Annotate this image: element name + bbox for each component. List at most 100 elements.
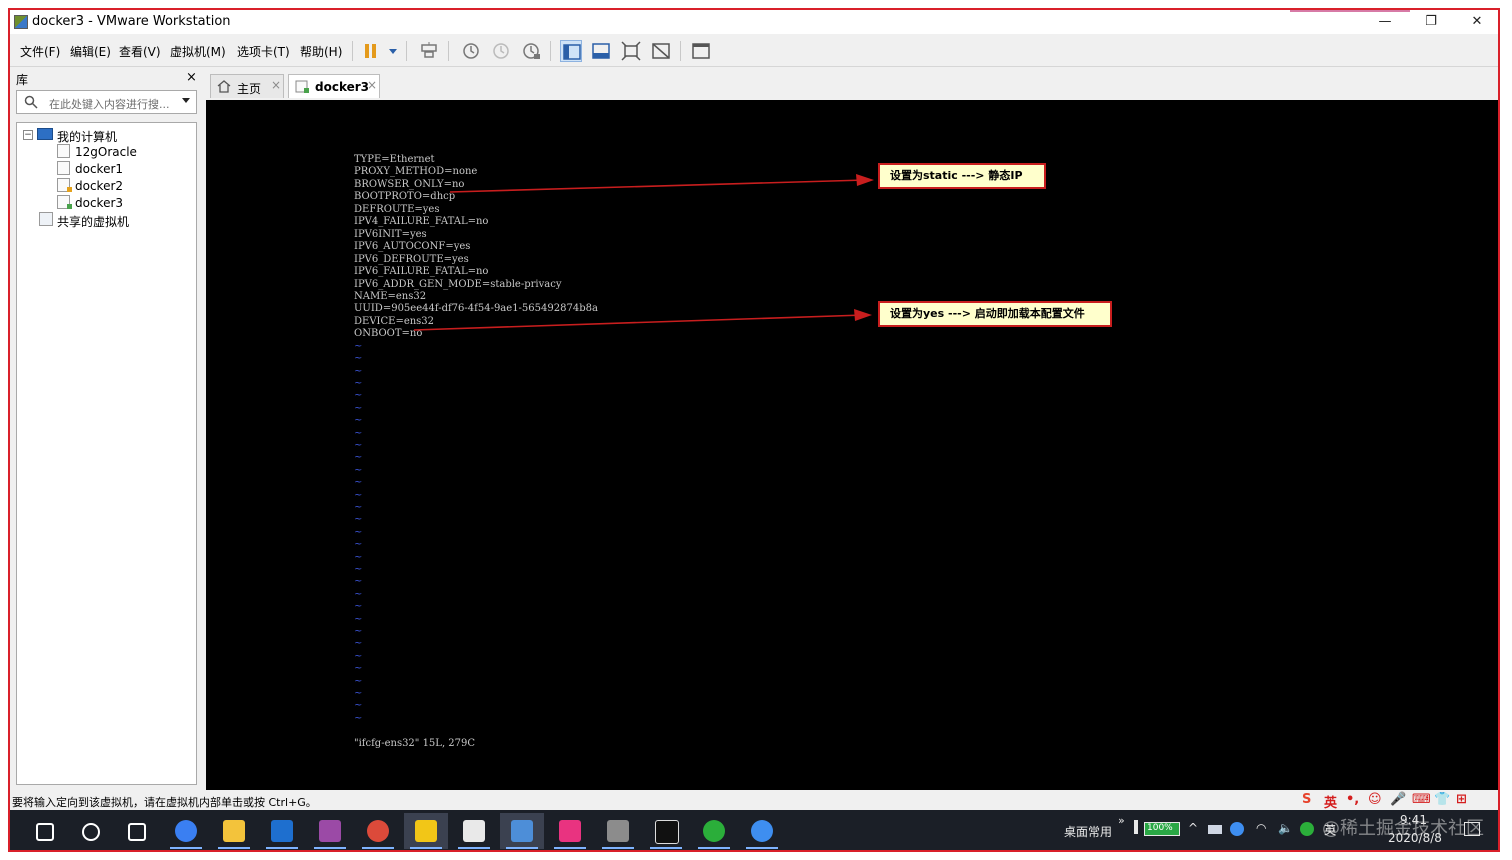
vm-icon [57, 161, 70, 175]
taskbar-button-outlook[interactable] [260, 813, 304, 849]
send-ctrl-alt-del-button[interactable] [418, 40, 440, 62]
pause-button[interactable] [360, 40, 382, 62]
menu-view[interactable]: 查看(V) [119, 43, 161, 60]
vi-empty-line-marker: ~ [354, 712, 363, 724]
tray-toolbar-chevron[interactable]: » [1118, 814, 1125, 827]
maximize-button[interactable]: ❐ [1416, 12, 1446, 32]
power-dropdown-button[interactable] [382, 40, 397, 62]
taskbar-button-typora[interactable] [452, 813, 496, 849]
taskbar-button-task-view[interactable] [114, 813, 158, 849]
ime-english-mode[interactable]: 英 [1324, 792, 1337, 811]
close-button[interactable]: ✕ [1462, 12, 1492, 32]
tree-item-vm[interactable]: docker2 [57, 178, 187, 195]
search-dropdown-icon[interactable] [182, 98, 190, 103]
thumbnail-bar-button[interactable] [590, 40, 612, 62]
emoji-icon[interactable]: ☺ [1368, 792, 1382, 807]
config-line: IPV6_ADDR_GEN_MODE=stable-privacy [354, 278, 562, 290]
unity-button[interactable] [650, 40, 672, 62]
snapshot-manager-button[interactable] [520, 40, 542, 62]
tab-close-button[interactable]: × [271, 78, 281, 92]
thumbnail-bar-icon [592, 43, 610, 59]
menu-vm[interactable]: 虚拟机(M) [170, 43, 226, 60]
menu-edit[interactable]: 编辑(E) [70, 43, 111, 60]
revert-snapshot-icon [493, 43, 509, 59]
tab-close-button[interactable]: × [367, 78, 377, 92]
revert-snapshot-button[interactable] [490, 40, 512, 62]
microphone-icon[interactable]: 🎤 [1390, 792, 1406, 807]
menu-help[interactable]: 帮助(H) [300, 43, 342, 60]
wifi-icon[interactable]: ◠ [1256, 821, 1266, 835]
wechat-tray-icon[interactable] [1300, 822, 1314, 836]
take-snapshot-button[interactable] [460, 40, 482, 62]
library-search-input[interactable]: 在此处键入内容进行搜... [16, 90, 197, 114]
taskbar-button-lark[interactable] [164, 813, 208, 849]
vi-empty-line-marker: ~ [354, 687, 363, 699]
library-tree: − 我的计算机 12gOracle docker1 docker2 docker… [16, 122, 197, 785]
vi-empty-line-marker: ~ [354, 340, 363, 352]
keyboard-icon[interactable] [1208, 825, 1222, 834]
vm-console[interactable]: TYPE=Ethernet PROXY_METHOD=none BROWSER_ON… [206, 100, 1498, 790]
annotation-arrow-onboot [413, 314, 865, 331]
unity-icon [652, 43, 670, 59]
home-icon [217, 80, 231, 93]
menu-divider [10, 66, 1498, 67]
console-view-button[interactable] [690, 40, 712, 62]
tab-strip: 主页 × docker3 × [206, 68, 1498, 100]
watermark: @稀土掘金技术社区 [1322, 818, 1484, 839]
status-message: 要将输入定向到该虚拟机，请在虚拟机内部单击或按 Ctrl+G。 [12, 796, 317, 809]
snapshot-icon [463, 43, 479, 59]
taskbar-button-search[interactable] [68, 813, 112, 849]
tray-toolbar-label[interactable]: 桌面常用 [1064, 823, 1112, 840]
config-line: ONBOOT=no [354, 328, 423, 340]
collapse-icon[interactable]: − [23, 130, 33, 140]
tree-item-vm[interactable]: docker3 [57, 195, 187, 212]
soft-keyboard-icon[interactable]: ⌨ [1412, 792, 1431, 807]
menu-tabs[interactable]: 选项卡(T) [237, 43, 290, 60]
battery-icon[interactable]: 100% [1144, 822, 1180, 836]
tab-home[interactable]: 主页 × [210, 74, 284, 98]
winrar-icon [319, 820, 341, 842]
taskbar-button-wechat[interactable] [692, 813, 736, 849]
taskbar-button-archive[interactable] [596, 813, 640, 849]
tree-item-shared-vms[interactable]: 共享的虚拟机 [39, 212, 189, 229]
feishu-tray-icon[interactable] [1230, 822, 1244, 836]
vi-empty-line-marker: ~ [354, 439, 363, 451]
fullscreen-button[interactable] [620, 40, 642, 62]
taskbar-button-chrome[interactable] [356, 813, 400, 849]
lark-icon [175, 820, 197, 842]
show-library-button[interactable] [560, 40, 582, 62]
taskbar-button-stock-chart[interactable] [404, 813, 448, 849]
taskbar-button-file-explorer[interactable] [212, 813, 256, 849]
vi-status-line: "ifcfg-ens32" 15L, 279C [354, 738, 476, 749]
tab-docker3[interactable]: docker3 × [288, 74, 380, 98]
task-view-icon [128, 823, 146, 841]
menu-bar: 文件(F) 编辑(E) 查看(V) 虚拟机(M) 选项卡(T) 帮助(H) [10, 36, 1498, 66]
library-panel: 库 × 在此处键入内容进行搜... − 我的计算机 12gOracle dock… [10, 68, 204, 788]
menu-file[interactable]: 文件(F) [20, 43, 60, 60]
vm-tab-icon [295, 80, 309, 93]
taskbar-button-feishu[interactable] [740, 813, 784, 849]
vi-empty-line-marker: ~ [354, 390, 363, 402]
tree-item-vm[interactable]: docker1 [57, 161, 187, 178]
tree-item-my-computer[interactable]: − 我的计算机 [23, 127, 183, 144]
vi-empty-line-marker: ~ [354, 613, 363, 625]
library-close-button[interactable]: × [186, 70, 197, 85]
taskbar-button-intellij[interactable] [548, 813, 592, 849]
sogou-logo-icon[interactable]: S [1302, 792, 1311, 807]
taskbar-button-winrar[interactable] [308, 813, 352, 849]
windows-taskbar: 桌面常用 » 100% ^ ◠ 🔈 英 9:41 2020/8/8 @稀土掘金技… [10, 810, 1498, 850]
tray-overflow-icon[interactable]: ^ [1188, 821, 1198, 835]
minimize-button[interactable]: — [1370, 12, 1400, 32]
send-ctrl-alt-del-icon [421, 42, 437, 58]
toolbox-icon[interactable]: ⊞ [1456, 792, 1467, 807]
taskbar-button-windows-start[interactable] [22, 813, 66, 849]
skin-icon[interactable]: 👕 [1434, 792, 1450, 807]
vi-empty-line-marker: ~ [354, 625, 363, 637]
plug-icon [1134, 820, 1138, 834]
taskbar-button-terminal[interactable] [644, 813, 688, 849]
tree-item-vm[interactable]: 12gOracle [57, 144, 187, 161]
wechat-icon [703, 820, 725, 842]
taskbar-button-vmware[interactable] [500, 813, 544, 849]
volume-icon[interactable]: 🔈 [1278, 821, 1293, 835]
punctuation-icon[interactable]: •, [1346, 792, 1359, 807]
